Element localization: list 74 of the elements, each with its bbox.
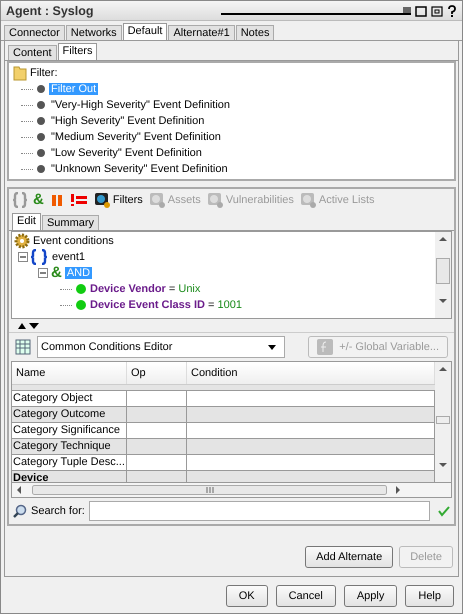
- bullet-icon: [36, 100, 46, 110]
- tab[interactable]: Networks: [66, 25, 122, 40]
- filter-item[interactable]: "Unknown Severity" Event Definition: [49, 163, 230, 175]
- monitor-icon: [148, 192, 165, 208]
- braces-icon: [31, 249, 47, 265]
- ampersand-icon: &: [51, 265, 62, 281]
- ampersand-icon[interactable]: &: [33, 192, 44, 208]
- alternate-button[interactable]: Add Alternate: [305, 546, 394, 568]
- scrollbar[interactable]: [11, 483, 452, 498]
- condition-bullet-icon: [75, 283, 87, 295]
- scroll-left-icon[interactable]: [17, 486, 21, 494]
- table-cell: Category Technique: [12, 439, 127, 454]
- tab[interactable]: Alternate#1: [168, 25, 235, 40]
- table-cell: Category Tuple Desc...: [12, 455, 127, 470]
- scroll-thumb[interactable]: [436, 416, 450, 424]
- checkmark-icon[interactable]: [438, 505, 450, 517]
- monitor-icon: [206, 192, 223, 208]
- filter-item[interactable]: "Low Severity" Event Definition: [49, 147, 204, 159]
- tab[interactable]: Filters: [58, 43, 98, 60]
- title-slider[interactable]: [221, 6, 411, 14]
- monitor-icon: [300, 192, 316, 208]
- window-title: Agent : Syslog: [6, 4, 94, 18]
- tab[interactable]: Notes: [236, 25, 274, 40]
- filter-item[interactable]: "Very-High Severity" Event Definition: [49, 99, 232, 111]
- collapse-icon[interactable]: [18, 252, 28, 262]
- search-field[interactable]: [88, 501, 430, 521]
- tab[interactable]: Edit: [12, 213, 41, 230]
- condition-text[interactable]: Device Vendor = Unix: [90, 283, 200, 295]
- bullet-icon: [36, 116, 46, 126]
- filter-item[interactable]: "Medium Severity" Event Definition: [49, 131, 223, 143]
- scrollbar[interactable]: [435, 362, 451, 482]
- search-icon: [13, 504, 27, 518]
- condition-bullet-icon: [75, 299, 87, 311]
- tree-root-label: Event conditions: [33, 235, 114, 247]
- scrollbar[interactable]: [435, 232, 451, 318]
- grid-icon: [15, 339, 31, 355]
- toolbar-button[interactable]: Filters: [94, 192, 143, 208]
- splitter-arrows-icon[interactable]: [17, 322, 41, 330]
- table-cell: Category Object: [12, 391, 127, 406]
- pause-bars-icon[interactable]: [50, 193, 64, 207]
- table-cell: Category Significance: [12, 423, 127, 438]
- folder-icon: [13, 65, 27, 81]
- condition-text[interactable]: Device Event Class ID = 1001: [90, 299, 242, 311]
- not-equal-icon[interactable]: [70, 193, 88, 207]
- dialog-button[interactable]: OK: [226, 585, 268, 607]
- tree-root-label: Filter:: [30, 67, 58, 79]
- monitor-icon: [94, 192, 110, 208]
- tab[interactable]: Content: [8, 45, 57, 60]
- bullet-icon: [36, 148, 46, 158]
- caret-icon: [268, 344, 276, 350]
- dialog-button[interactable]: Help: [405, 585, 454, 607]
- tree-node[interactable]: event1: [50, 251, 88, 263]
- maximize-icon[interactable]: [415, 4, 427, 16]
- bullet-icon: [36, 84, 46, 94]
- collapse-icon[interactable]: [38, 268, 48, 278]
- function-icon: [317, 339, 334, 355]
- filter-item[interactable]: "High Severity" Event Definition: [49, 115, 206, 127]
- tab[interactable]: Default: [122, 23, 168, 40]
- dialog-button[interactable]: Apply: [344, 585, 398, 607]
- help-icon[interactable]: [447, 4, 457, 16]
- bullet-icon: [36, 132, 46, 142]
- restore-icon[interactable]: [431, 4, 443, 16]
- search-label: Search for:: [31, 505, 85, 517]
- column-header[interactable]: Name: [12, 362, 127, 384]
- tab[interactable]: Connector: [4, 25, 65, 40]
- scroll-right-icon[interactable]: [396, 486, 400, 494]
- table-cell: Category Outcome: [12, 407, 127, 422]
- dialog-button[interactable]: Cancel: [276, 585, 336, 607]
- scroll-thumb[interactable]: [436, 258, 450, 284]
- column-header[interactable]: Op: [127, 362, 187, 384]
- tab[interactable]: Summary: [42, 215, 100, 230]
- bullet-icon: [36, 164, 46, 174]
- slider-thumb[interactable]: [403, 6, 411, 12]
- editor-select[interactable]: Common Conditions Editor: [37, 336, 285, 358]
